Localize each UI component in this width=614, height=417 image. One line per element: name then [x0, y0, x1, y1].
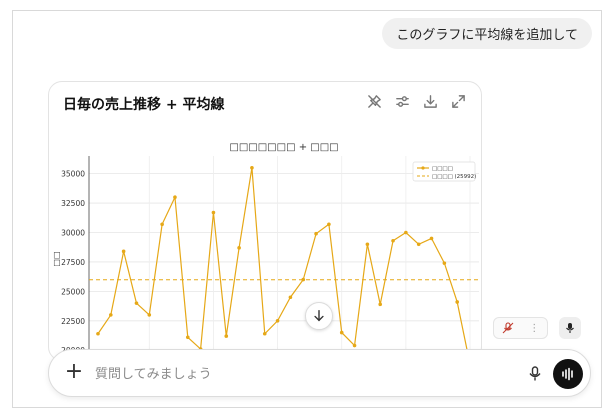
- y-tick-label: 25000: [61, 287, 85, 296]
- data-point: [173, 195, 177, 199]
- mic-off-icon[interactable]: [502, 322, 514, 334]
- y-tick-label: 22500: [61, 317, 85, 326]
- data-point: [429, 236, 434, 241]
- data-point: [442, 261, 447, 265]
- user-message-bubble: このグラフに平均線を追加して: [382, 18, 592, 49]
- data-point: [211, 210, 216, 215]
- data-point: [352, 343, 357, 348]
- arrow-down-icon: [314, 310, 324, 322]
- voice-mode-button[interactable]: [553, 359, 583, 389]
- add-attachment-button[interactable]: +: [63, 361, 85, 384]
- mic-button-small[interactable]: [559, 317, 581, 339]
- legend-average-label: □□□□ (25992): [432, 174, 476, 180]
- data-point: [314, 231, 318, 236]
- data-point: [416, 242, 421, 247]
- expand-icon[interactable]: [449, 92, 467, 110]
- y-axis-label: □□: [52, 251, 61, 266]
- series-line: [97, 167, 470, 360]
- data-point: [134, 301, 139, 305]
- sliders-icon[interactable]: [393, 92, 411, 110]
- y-tick-label: 30000: [61, 229, 85, 238]
- data-point: [404, 230, 408, 235]
- data-point: [288, 295, 293, 300]
- mic-icon: [566, 323, 574, 333]
- line-chart: □□□□□□□ + □□□200002250025000275003000032…: [52, 142, 479, 360]
- data-point: [339, 330, 344, 335]
- download-icon[interactable]: [421, 92, 439, 110]
- y-tick-label: 35000: [61, 170, 85, 179]
- pin-off-icon[interactable]: [365, 92, 383, 110]
- data-point: [391, 238, 395, 243]
- card-title: 日毎の売上推移 + 平均線: [63, 97, 225, 113]
- chart-card: 日毎の売上推移 + 平均線 □□□□□□□ + □□□2000022500250…: [48, 81, 482, 361]
- legend-series-marker: [421, 166, 425, 170]
- card-toolbar: [365, 92, 467, 110]
- chart-title: □□□□□□□ + □□□: [229, 142, 338, 153]
- composer: +: [48, 349, 591, 397]
- data-point: [121, 249, 126, 254]
- data-point: [378, 302, 383, 307]
- data-point: [455, 300, 459, 304]
- prompt-input[interactable]: [93, 363, 493, 385]
- data-point: [262, 331, 267, 336]
- data-point: [275, 319, 280, 323]
- legend-series-label: □□□□: [432, 166, 453, 172]
- y-tick-label: 27500: [61, 258, 85, 267]
- chart-area: □□□□□□□ + □□□200002250025000275003000032…: [49, 138, 481, 360]
- data-point: [185, 335, 190, 340]
- mic-icon: [529, 366, 541, 381]
- y-tick-label: 32500: [61, 199, 85, 208]
- data-point: [301, 277, 306, 282]
- data-point: [109, 313, 113, 317]
- scroll-down-button[interactable]: [305, 302, 333, 330]
- mic-button[interactable]: [524, 363, 546, 385]
- data-point: [147, 313, 152, 317]
- data-point: [365, 242, 370, 247]
- data-point: [160, 222, 164, 227]
- more-options-icon[interactable]: ⋮: [529, 323, 539, 334]
- side-control-pill: ⋮: [493, 317, 548, 339]
- waveform-icon: [562, 367, 573, 381]
- data-point: [250, 165, 254, 170]
- data-point: [237, 246, 241, 250]
- data-point: [224, 334, 229, 338]
- data-point: [327, 222, 331, 227]
- data-point: [96, 331, 100, 336]
